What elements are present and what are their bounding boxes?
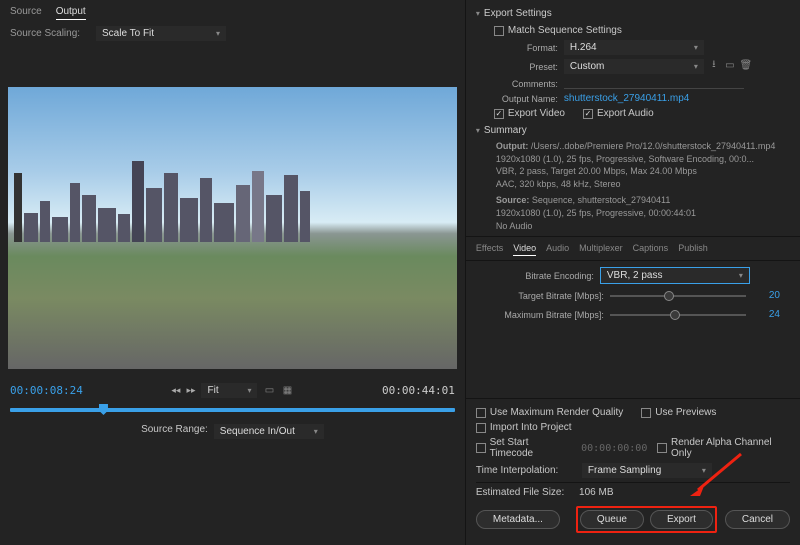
subtab-effects[interactable]: Effects [476, 241, 503, 256]
checkbox-icon [657, 443, 667, 453]
est-filesize-value: 106 MB [579, 487, 613, 498]
checkbox-icon [494, 26, 504, 36]
target-bitrate-label: Target Bitrate [Mbps]: [486, 291, 604, 301]
source-range-label: Source Range: [141, 424, 208, 439]
chevron-down-icon: ▾ [739, 271, 743, 280]
zoom-fit-dropdown[interactable]: Fit ▾ [201, 383, 257, 398]
preset-dropdown[interactable]: Custom ▾ [564, 59, 704, 74]
target-bitrate-value[interactable]: 20 [752, 290, 780, 301]
playhead[interactable] [99, 404, 108, 415]
metadata-button[interactable]: Metadata... [476, 510, 560, 529]
export-button[interactable]: Export [650, 510, 713, 529]
chevron-down-icon: ▾ [476, 126, 480, 135]
prev-frame-icon[interactable]: ◂◂ [171, 385, 180, 396]
source-scaling-label: Source Scaling: [10, 28, 90, 39]
match-sequence-checkbox[interactable]: Match Sequence Settings [494, 25, 622, 36]
bitrate-encoding-label: Bitrate Encoding: [476, 271, 594, 281]
max-render-quality-label: Use Maximum Render Quality [490, 407, 623, 418]
import-preset-icon[interactable]: ▭ [724, 59, 736, 71]
comments-label: Comments: [476, 79, 558, 89]
save-preset-icon[interactable]: ⭳ [708, 59, 720, 71]
time-interp-dropdown[interactable]: Frame Sampling ▾ [582, 463, 712, 478]
render-alpha-label: Render Alpha Channel Only [671, 437, 790, 459]
chevron-down-icon: ▾ [216, 29, 220, 38]
preset-value: Custom [570, 61, 604, 72]
export-audio-checkbox[interactable]: Export Audio [583, 108, 654, 119]
max-bitrate-slider[interactable] [610, 314, 746, 316]
est-filesize-label: Estimated File Size: [476, 487, 564, 498]
export-video-label: Export Video [508, 108, 565, 119]
output-name-label: Output Name: [476, 94, 558, 104]
safe-margins-icon[interactable]: ▦ [281, 385, 293, 397]
format-label: Format: [476, 43, 558, 53]
checkbox-icon [583, 109, 593, 119]
time-interp-label: Time Interpolation: [476, 465, 576, 476]
output-name-link[interactable]: shutterstock_27940411.mp4 [564, 93, 689, 104]
render-alpha-checkbox[interactable]: Render Alpha Channel Only [657, 437, 790, 459]
source-scaling-value: Scale To Fit [102, 28, 154, 39]
checkbox-icon [476, 408, 486, 418]
subtab-video[interactable]: Video [513, 241, 536, 256]
chevron-down-icon: ▾ [247, 386, 251, 395]
format-dropdown[interactable]: H.264 ▾ [564, 40, 704, 55]
chevron-down-icon: ▾ [694, 43, 698, 52]
subtab-publish[interactable]: Publish [678, 241, 708, 256]
next-frame-icon[interactable]: ▸▸ [186, 385, 195, 396]
max-render-quality-checkbox[interactable]: Use Maximum Render Quality [476, 407, 623, 418]
source-range-value: Sequence In/Out [220, 426, 295, 437]
summary-output: Output: /Users/..dobe/Premiere Pro/12.0/… [476, 140, 790, 190]
export-settings-title: Export Settings [484, 8, 552, 19]
import-into-project-label: Import Into Project [490, 422, 572, 433]
video-preview [8, 87, 457, 369]
tab-output[interactable]: Output [56, 4, 86, 20]
chevron-down-icon: ▾ [702, 466, 706, 475]
preset-label: Preset: [476, 62, 558, 72]
aspect-ratio-icon[interactable]: ▭ [263, 385, 275, 397]
export-audio-label: Export Audio [597, 108, 654, 119]
start-timecode-value[interactable]: 00:00:00:00 [581, 443, 647, 454]
cancel-button[interactable]: Cancel [725, 510, 790, 529]
max-bitrate-label: Maximum Bitrate [Mbps]: [486, 310, 604, 320]
subtab-multiplexer[interactable]: Multiplexer [579, 241, 623, 256]
bitrate-encoding-value: VBR, 2 pass [607, 270, 663, 281]
comments-input[interactable] [564, 78, 744, 89]
export-video-checkbox[interactable]: Export Video [494, 108, 565, 119]
checkbox-icon [494, 109, 504, 119]
checkbox-icon [476, 443, 486, 453]
tab-source[interactable]: Source [10, 4, 42, 20]
chevron-down-icon: ▾ [694, 62, 698, 71]
queue-button[interactable]: Queue [580, 510, 644, 529]
set-start-tc-label: Set Start Timecode [490, 437, 572, 459]
checkbox-icon [641, 408, 651, 418]
checkbox-icon [476, 423, 486, 433]
max-bitrate-value[interactable]: 24 [752, 309, 780, 320]
subtab-audio[interactable]: Audio [546, 241, 569, 256]
import-into-project-checkbox[interactable]: Import Into Project [476, 422, 572, 433]
chevron-down-icon: ▾ [314, 427, 318, 436]
timeline-scrubber[interactable] [10, 408, 455, 412]
duration-timecode: 00:00:44:01 [382, 384, 455, 397]
subtab-captions[interactable]: Captions [633, 241, 669, 256]
source-scaling-dropdown[interactable]: Scale To Fit ▾ [96, 26, 226, 41]
delete-preset-icon[interactable]: 🗑 [740, 59, 752, 71]
current-timecode[interactable]: 00:00:08:24 [10, 384, 83, 397]
annotation-highlight: Queue Export [576, 506, 717, 533]
format-value: H.264 [570, 42, 597, 53]
source-range-dropdown[interactable]: Sequence In/Out ▾ [214, 424, 324, 439]
slider-thumb[interactable] [664, 291, 674, 301]
bitrate-encoding-dropdown[interactable]: VBR, 2 pass ▾ [600, 267, 750, 284]
target-bitrate-slider[interactable] [610, 295, 746, 297]
slider-thumb[interactable] [670, 310, 680, 320]
chevron-down-icon: ▾ [476, 9, 480, 18]
summary-header[interactable]: ▾ Summary [476, 121, 790, 140]
use-previews-label: Use Previews [655, 407, 716, 418]
export-settings-header[interactable]: ▾ Export Settings [476, 4, 790, 23]
use-previews-checkbox[interactable]: Use Previews [641, 407, 716, 418]
set-start-timecode-checkbox[interactable]: Set Start Timecode [476, 437, 571, 459]
summary-source: Source: Sequence, shutterstock_27940411 … [476, 194, 790, 232]
fit-label: Fit [207, 385, 218, 396]
match-sequence-label: Match Sequence Settings [508, 25, 622, 36]
summary-title: Summary [484, 125, 527, 136]
time-interp-value: Frame Sampling [588, 465, 661, 476]
